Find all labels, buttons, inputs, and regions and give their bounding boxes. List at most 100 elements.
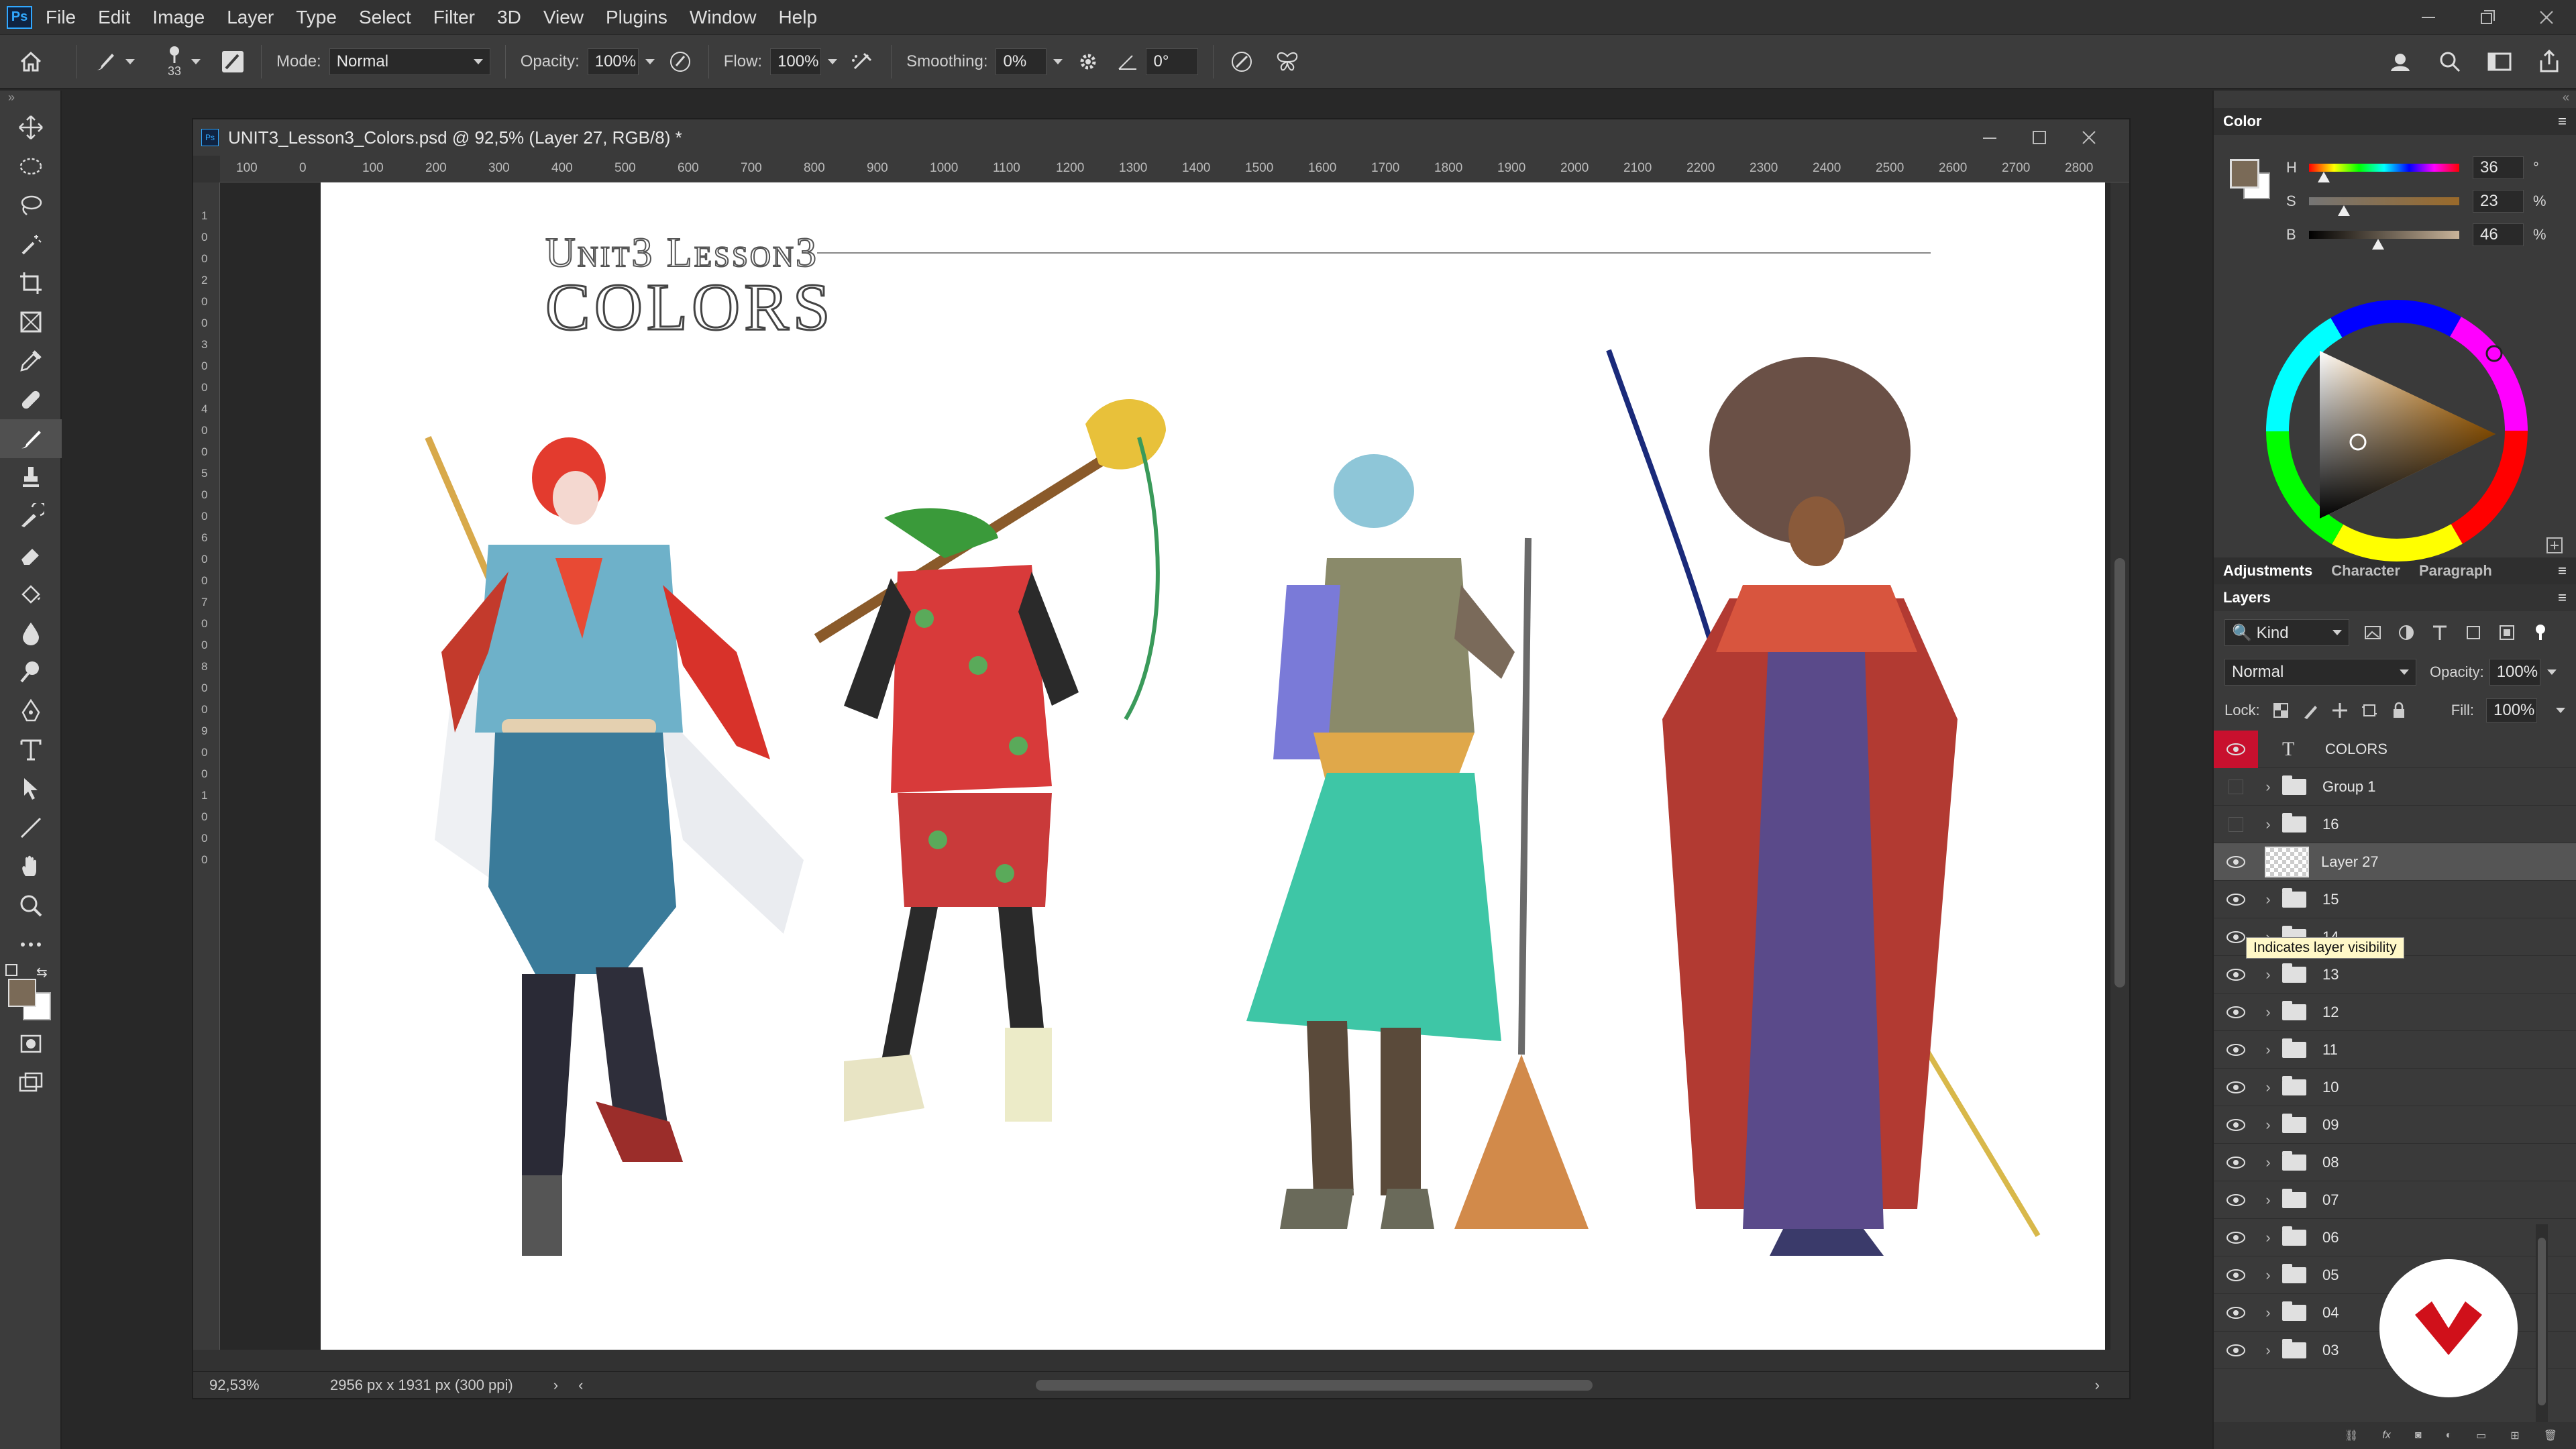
chevron-right-icon[interactable]: › <box>2265 1229 2270 1246</box>
pen-tool[interactable] <box>0 692 62 731</box>
slider-value-input[interactable]: 46 <box>2473 223 2524 246</box>
layer-visibility-toggle[interactable] <box>2214 1294 2258 1332</box>
layer-expand[interactable]: › <box>2258 1342 2278 1359</box>
smoothing-input[interactable]: 0% <box>996 48 1047 75</box>
screen-mode-button[interactable] <box>0 1063 62 1102</box>
layer-expand[interactable]: › <box>2258 1191 2278 1209</box>
eraser-tool[interactable] <box>0 536 62 575</box>
layer-row[interactable]: › 13 <box>2214 956 2576 994</box>
brush-size-picker[interactable]: 33 <box>164 44 184 78</box>
minimize-icon[interactable] <box>2419 8 2438 27</box>
marquee-tool[interactable] <box>0 147 62 186</box>
layer-row[interactable]: › 07 <box>2214 1181 2576 1219</box>
slider-handle[interactable] <box>2372 239 2385 250</box>
menu-3d[interactable]: 3D <box>497 7 521 28</box>
layer-visibility-toggle[interactable] <box>2214 1031 2258 1069</box>
layer-visibility-toggle[interactable] <box>2214 956 2258 994</box>
chevron-right-icon[interactable]: › <box>2265 1079 2270 1096</box>
layer-row[interactable]: › 06 <box>2214 1219 2576 1256</box>
crop-tool[interactable] <box>0 264 62 303</box>
layer-expand[interactable]: › <box>2258 1004 2278 1021</box>
healing-brush-tool[interactable] <box>0 380 62 419</box>
layer-row[interactable]: › 11 <box>2214 1031 2576 1069</box>
chevron-right-icon[interactable]: › <box>2265 1041 2270 1059</box>
frame-tool[interactable] <box>0 303 62 341</box>
layer-expand[interactable]: › <box>2258 891 2278 908</box>
slider-handle[interactable] <box>2318 172 2330 182</box>
default-colors-icon[interactable] <box>5 964 17 976</box>
symmetry-butterfly-icon[interactable] <box>1274 48 1301 75</box>
slider-value-input[interactable]: 23 <box>2473 190 2524 213</box>
layers-scroll-thumb[interactable] <box>2538 1238 2546 1405</box>
slider-track-h[interactable] <box>2309 164 2459 182</box>
filter-toggle-icon[interactable] <box>2530 623 2551 643</box>
brush-tool[interactable] <box>0 419 62 458</box>
chevron-right-icon[interactable]: › <box>2265 1116 2270 1134</box>
foreground-color-swatch[interactable] <box>8 979 36 1007</box>
clone-stamp-tool[interactable] <box>0 458 62 497</box>
lasso-tool[interactable] <box>0 186 62 225</box>
menu-view[interactable]: View <box>543 7 584 28</box>
history-brush-tool[interactable] <box>0 497 62 536</box>
color-panel-menu-icon[interactable]: ≡ <box>2558 113 2567 130</box>
layer-row[interactable]: › Group 1 <box>2214 768 2576 806</box>
brush-preset-icon[interactable] <box>92 48 119 75</box>
layer-visibility-toggle[interactable] <box>2214 843 2258 881</box>
menu-filter[interactable]: Filter <box>433 7 475 28</box>
fx-icon[interactable]: fx <box>2382 1430 2390 1442</box>
zoom-level[interactable]: 92,53% <box>209 1377 310 1394</box>
adjust-panel-menu-icon[interactable]: ≡ <box>2558 562 2567 580</box>
type-tool[interactable] <box>0 731 62 769</box>
zoom-tool[interactable] <box>0 886 62 925</box>
layer-visibility-toggle[interactable] <box>2214 1256 2258 1294</box>
brush-size-caret[interactable] <box>191 58 201 64</box>
flow-input[interactable]: 100% <box>770 48 822 75</box>
color-wheel[interactable] <box>2259 293 2541 575</box>
chevron-right-icon[interactable]: › <box>2265 1342 2270 1359</box>
chevron-right-icon[interactable]: › <box>2265 1154 2270 1171</box>
close-icon[interactable] <box>2537 8 2556 27</box>
chevron-right-icon[interactable]: › <box>2265 1004 2270 1021</box>
layer-row[interactable]: › 08 <box>2214 1144 2576 1181</box>
share-account-icon[interactable] <box>2387 48 2414 75</box>
menu-file[interactable]: File <box>46 7 76 28</box>
layer-visibility-toggle[interactable] <box>2214 1332 2258 1369</box>
chevron-right-icon[interactable]: › <box>2265 966 2270 983</box>
canvas[interactable]: Unit3 Lesson3 COLORS <box>321 182 2105 1350</box>
layer-expand[interactable]: › <box>2258 816 2278 833</box>
move-tool[interactable] <box>0 108 62 147</box>
swap-colors-icon[interactable]: ⇆ <box>36 964 48 981</box>
home-button[interactable] <box>0 48 62 75</box>
layer-row[interactable]: › 09 <box>2214 1106 2576 1144</box>
layer-expand[interactable]: › <box>2258 1229 2278 1246</box>
layer-kind-filter[interactable]: 🔍 Kind <box>2224 619 2349 646</box>
smoothing-caret[interactable] <box>1053 58 1063 64</box>
brush-settings-icon[interactable] <box>219 48 246 75</box>
layer-expand[interactable]: › <box>2258 966 2278 983</box>
chevron-right-icon[interactable]: › <box>2265 816 2270 833</box>
layer-opacity-input[interactable]: 100% <box>2489 659 2540 686</box>
fill-caret[interactable] <box>2556 708 2565 713</box>
brush-preset-caret[interactable] <box>125 58 135 64</box>
layer-visibility-toggle[interactable] <box>2214 994 2258 1031</box>
vertical-scrollbar[interactable] <box>2110 182 2129 1350</box>
filter-smartobject-icon[interactable] <box>2497 623 2517 643</box>
airbrush-icon[interactable] <box>849 48 876 75</box>
layer-expand[interactable]: › <box>2258 778 2278 796</box>
add-color-icon[interactable] <box>2545 536 2564 555</box>
doc-close-icon[interactable] <box>2080 128 2098 147</box>
layer-expand[interactable]: › <box>2258 1267 2278 1284</box>
eyedropper-tool[interactable] <box>0 341 62 380</box>
add-mask-icon[interactable]: ◙ <box>2415 1430 2422 1442</box>
layer-visibility-toggle[interactable] <box>2214 1219 2258 1256</box>
lock-all-icon[interactable] <box>2390 702 2408 719</box>
doc-minimize-icon[interactable] <box>1980 128 1999 147</box>
link-layers-icon[interactable]: ⛓ <box>2345 1429 2358 1442</box>
slider-track-b[interactable] <box>2309 231 2459 250</box>
layer-expand[interactable]: › <box>2258 1079 2278 1096</box>
paint-bucket-tool[interactable] <box>0 575 62 614</box>
color-panel-fg-swatch[interactable] <box>2230 159 2259 189</box>
layer-visibility-toggle[interactable] <box>2214 1106 2258 1144</box>
line-tool[interactable] <box>0 808 62 847</box>
layer-visibility-toggle[interactable] <box>2214 1181 2258 1219</box>
